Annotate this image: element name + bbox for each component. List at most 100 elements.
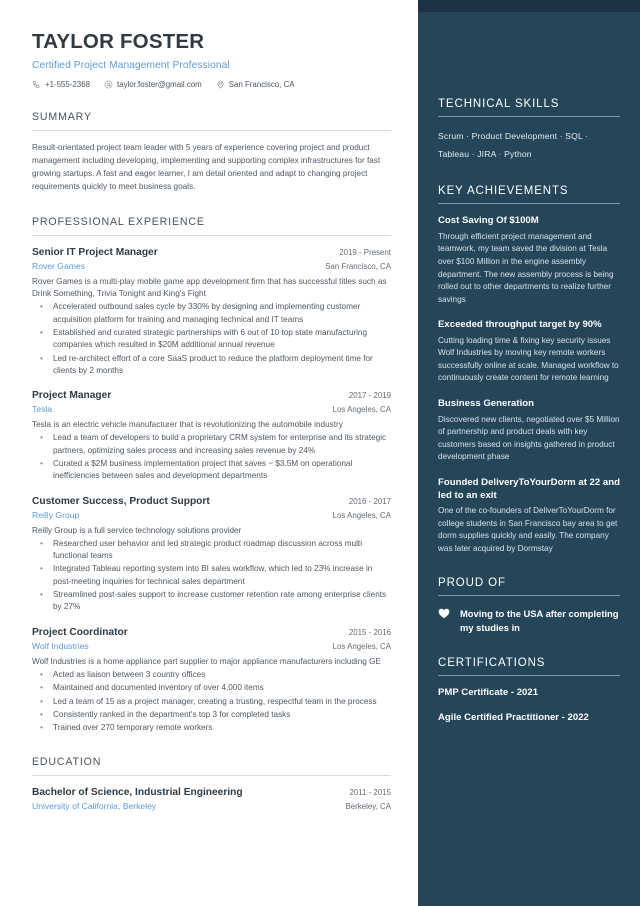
job-title: Project Manager: [32, 390, 112, 402]
job-dates: 2015 - 2016: [348, 627, 391, 637]
job-bullet: Led re-architect effort of a core SaaS p…: [32, 352, 391, 378]
heart-icon: [438, 607, 451, 619]
job-company[interactable]: Wolf Industries: [32, 641, 89, 651]
contact-email-text: taylor.foster@gmail.com: [116, 79, 202, 89]
achievement-item: Cost Saving Of $100M Through efficient pr…: [438, 215, 620, 306]
sidebar-section-certifications: CERTIFICATIONS PMP Certificate - 2021 Agi…: [438, 657, 620, 723]
job-company[interactable]: Tesla: [32, 404, 52, 414]
job-location: Los Angeles, CA: [332, 405, 391, 415]
certification-item: Agile Certified Practitioner - 2022: [438, 711, 589, 723]
experience-heading: PROFESSIONAL EXPERIENCE: [32, 215, 205, 228]
sidebar-section-achievements: KEY ACHIEVEMENTS Cost Saving Of $100M Thr…: [438, 185, 620, 555]
job-bullet: Acted as liaison between 3 country offic…: [32, 668, 391, 681]
achievement-title: Exceeded throughput target by 90%: [438, 319, 602, 331]
job-company[interactable]: Reilly Group: [32, 510, 79, 520]
skills-divider: [438, 116, 620, 117]
job-description: Reilly Group is a full service technolog…: [32, 525, 242, 535]
job-bullet: Maintained and documented inventory of o…: [32, 681, 391, 694]
contact-location[interactable]: San Francisco, CA: [216, 80, 295, 89]
achievement-title: Business Generation: [438, 398, 534, 409]
section-experience: PROFESSIONAL EXPERIENCE Senior IT Projec…: [32, 216, 391, 735]
contact-list: +1-555-2368 taylor.foster@gmail.com San …: [32, 80, 391, 89]
proud-of-item-text: Moving to the USA after completing my st…: [460, 608, 619, 633]
job-bullet-list: Researched user behavior and led strateg…: [32, 537, 391, 614]
certifications-list: PMP Certificate - 2021 Agile Certified Pr…: [438, 687, 620, 723]
job-title: Customer Success, Product Support: [32, 495, 210, 507]
skills-heading: TECHNICAL SKILLS: [438, 98, 560, 110]
job-location: Los Angeles, CA: [332, 510, 391, 520]
contact-phone[interactable]: +1-555-2368: [32, 80, 90, 89]
job-bullet: Lead a team of developers to build a pro…: [32, 431, 391, 457]
education-item: Bachelor of Science, Industrial Engineer…: [32, 787, 391, 811]
job-bullet: Curated a $2M business implementation pr…: [32, 457, 391, 483]
job-bullet-list: Lead a team of developers to build a pro…: [32, 431, 391, 483]
skills-line-2: Tableau · JIRA · Python: [438, 148, 532, 159]
job-dates: 2017 - 2019: [348, 391, 391, 401]
job-bullet-list: Acted as liaison between 3 country offic…: [32, 668, 391, 734]
section-education: EDUCATION Bachelor of Science, Industria…: [32, 756, 391, 811]
phone-icon: [32, 80, 41, 89]
achievement-item: Business Generation Discovered new client…: [438, 398, 620, 464]
job-bullet: Accelerated outbound sales cycle by 330%…: [32, 300, 391, 326]
header-block: TAYLOR FOSTER Certified Project Manageme…: [32, 30, 391, 89]
certifications-heading: CERTIFICATIONS: [438, 656, 546, 669]
achievement-title: Cost Saving Of $100M: [438, 215, 539, 227]
job-description: Tesla is an electric vehicle manufacture…: [32, 420, 343, 430]
section-summary: SUMMARY Result-orientated project team l…: [32, 111, 391, 194]
job-bullet: Consistently ranked in the department's …: [32, 708, 391, 721]
job-location: San Francisco, CA: [325, 261, 391, 271]
job-company[interactable]: Rover Games: [32, 261, 85, 271]
experience-item: Project Coordinator 2015 - 2016 Wolf Indus…: [32, 627, 391, 735]
resume-main-column: TAYLOR FOSTER Certified Project Manageme…: [0, 0, 418, 906]
experience-item: Project Manager 2017 - 2019 Tesla Los Angel…: [32, 390, 391, 482]
experience-item: Senior IT Project Manager 2019 - Present R…: [32, 247, 391, 377]
experience-divider: [32, 234, 391, 236]
achievements-divider: [438, 203, 620, 205]
achievement-title: Founded DeliveryToYourDorm at 22 and led…: [438, 476, 620, 501]
job-location: Los Angeles, CA: [332, 641, 391, 651]
job-title: Project Coordinator: [32, 626, 128, 638]
job-bullet: Trained over 270 temporary remote worker…: [32, 721, 391, 734]
proud-of-divider: [438, 595, 620, 597]
job-bullet: Streamlined post-sales support to increa…: [32, 588, 391, 614]
education-heading: EDUCATION: [32, 756, 102, 769]
degree-dates: 2011 - 2015: [349, 788, 391, 798]
sidebar-section-proud-of: PROUD OF Moving to the USA after complet…: [438, 577, 620, 634]
email-icon: [104, 80, 113, 89]
certifications-divider: [438, 674, 620, 676]
achievement-item: Founded DeliveryToYourDorm at 22 and led…: [438, 477, 620, 556]
skills-line-1: Scrum · Product Development · SQL ·: [438, 131, 589, 141]
education-list: Bachelor of Science, Industrial Engineer…: [32, 787, 391, 811]
achievement-body: One of the co-founders of DeliverToYourD…: [438, 506, 618, 553]
school-location: Berkeley, CA: [345, 802, 391, 812]
job-title: Senior IT Project Manager: [32, 246, 158, 258]
resume-sidebar: TECHNICAL SKILLS Scrum · Product Develop…: [418, 0, 640, 906]
sidebar-section-skills: TECHNICAL SKILLS Scrum · Product Develop…: [438, 98, 620, 163]
sidebar-top-strip: [418, 0, 640, 12]
proud-of-heading: PROUD OF: [438, 577, 506, 590]
summary-text: Result-orientated project team leader wi…: [32, 142, 381, 192]
contact-phone-text: +1-555-2368: [45, 79, 90, 89]
achievement-body: Through efficient project management and…: [438, 231, 614, 304]
achievements-heading: KEY ACHIEVEMENTS: [438, 185, 569, 198]
job-bullet: Established and curated strategic partne…: [32, 326, 391, 352]
school-name[interactable]: University of California, Berkeley: [32, 801, 156, 811]
contact-location-text: San Francisco, CA: [228, 79, 295, 89]
location-pin-icon: [216, 80, 225, 89]
summary-heading: SUMMARY: [32, 110, 92, 123]
job-bullet: Integrated Tableau reporting system into…: [32, 562, 391, 588]
certification-item: PMP Certificate - 2021: [438, 686, 539, 698]
job-bullet: Researched user behavior and led strateg…: [32, 537, 391, 563]
achievement-item: Exceeded throughput target by 90% Cutting…: [438, 319, 620, 385]
candidate-name: TAYLOR FOSTER: [32, 30, 205, 53]
job-bullet-list: Accelerated outbound sales cycle by 330%…: [32, 300, 391, 378]
degree-title: Bachelor of Science, Industrial Engineer…: [32, 787, 243, 799]
job-dates: 2019 - Present: [339, 247, 391, 257]
resume-page: TAYLOR FOSTER Certified Project Manageme…: [0, 0, 640, 906]
achievement-body: Discovered new clients, negotiated over …: [438, 414, 620, 462]
summary-divider: [32, 129, 391, 131]
experience-list: Senior IT Project Manager 2019 - Present R…: [32, 247, 391, 735]
job-description: Wolf Industries is a home appliance part…: [32, 656, 381, 666]
contact-email[interactable]: taylor.foster@gmail.com: [104, 80, 202, 89]
experience-item: Customer Success, Product Support 2016 - …: [32, 496, 391, 614]
